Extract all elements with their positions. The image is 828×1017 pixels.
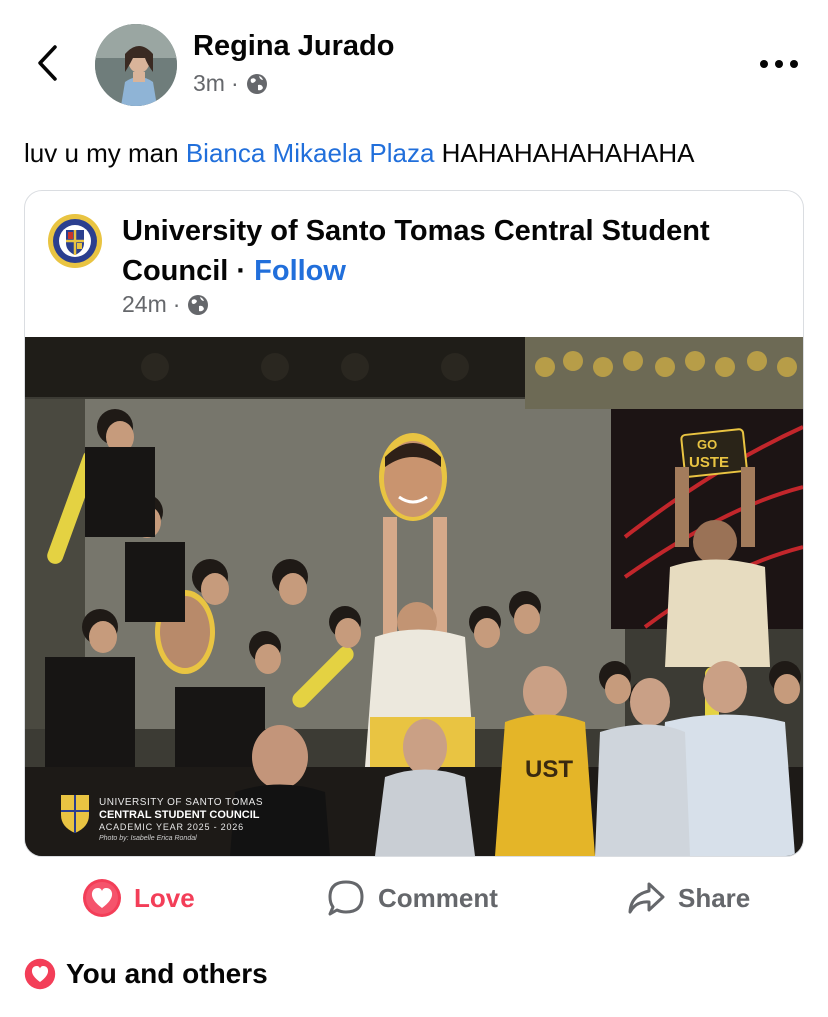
post-actions: Love Comment Share [0,870,828,926]
back-button[interactable] [30,40,64,86]
chevron-left-icon [38,45,57,81]
post-text: luv u my man Bianca Mikaela Plaza HAHAHA… [24,138,694,169]
shared-post-card[interactable]: University of Santo Tomas Central Studen… [24,190,804,857]
love-reaction-icon [83,879,121,917]
share-button[interactable]: Share [626,870,750,926]
page-logo[interactable] [47,213,103,269]
post-meta: 3m · [193,70,269,97]
sign-text-go: GO [697,437,717,452]
author-photo [95,24,177,106]
reactions-text: You and others [66,958,268,989]
love-button[interactable]: Love [82,870,195,926]
watermark-line1: UNIVERSITY OF SANTO TOMAS [99,797,263,808]
watermark-line2: CENTRAL STUDENT COUNCIL [99,809,260,821]
author-name[interactable]: Regina Jurado [193,30,394,63]
share-icon [628,882,665,914]
page-separator: · [236,255,247,287]
page-name: University of Santo Tomas Central Studen… [122,211,762,291]
watermark-line4: Photo by: Isabelle Erica Rondal [99,835,197,842]
comment-label: Comment [378,882,498,913]
sign-text-uste: USTE [689,454,729,471]
jersey-text: UST [525,756,573,783]
ust-csc-seal-icon [48,214,102,268]
crowd-photo: GO USTE UST UNIVERSITY OF SANTO TOMAS CE… [25,337,803,856]
author-avatar[interactable] [95,24,177,106]
post-text-after: HAHAHAHAHAHAHA [434,138,695,168]
globe-icon [246,73,267,94]
share-label: Share [678,882,751,913]
comment-button[interactable]: Comment [326,870,498,926]
meta-separator: · [230,70,239,96]
reactions-summary[interactable]: You and others [24,958,268,990]
shared-meta-separator: · [172,291,181,317]
post-time[interactable]: 3m [193,70,225,97]
follow-button[interactable]: Follow [254,255,346,287]
mention-link[interactable]: Bianca Mikaela Plaza [186,138,435,168]
shared-post-time[interactable]: 24m [122,291,167,318]
post-text-before: luv u my man [24,138,186,168]
shared-photo[interactable]: GO USTE UST UNIVERSITY OF SANTO TOMAS CE… [25,337,803,856]
love-label: Love [134,882,195,913]
more-options-button[interactable] [756,50,802,78]
comment-icon [328,880,364,916]
ellipsis-icon [760,60,798,68]
shared-post-meta: 24m · [122,291,210,318]
globe-icon [188,294,209,315]
love-reaction-icon [24,958,56,990]
page-name-link[interactable]: University of Santo Tomas Central Studen… [122,215,710,287]
watermark-line3: ACADEMIC YEAR 2025 - 2026 [99,822,244,832]
